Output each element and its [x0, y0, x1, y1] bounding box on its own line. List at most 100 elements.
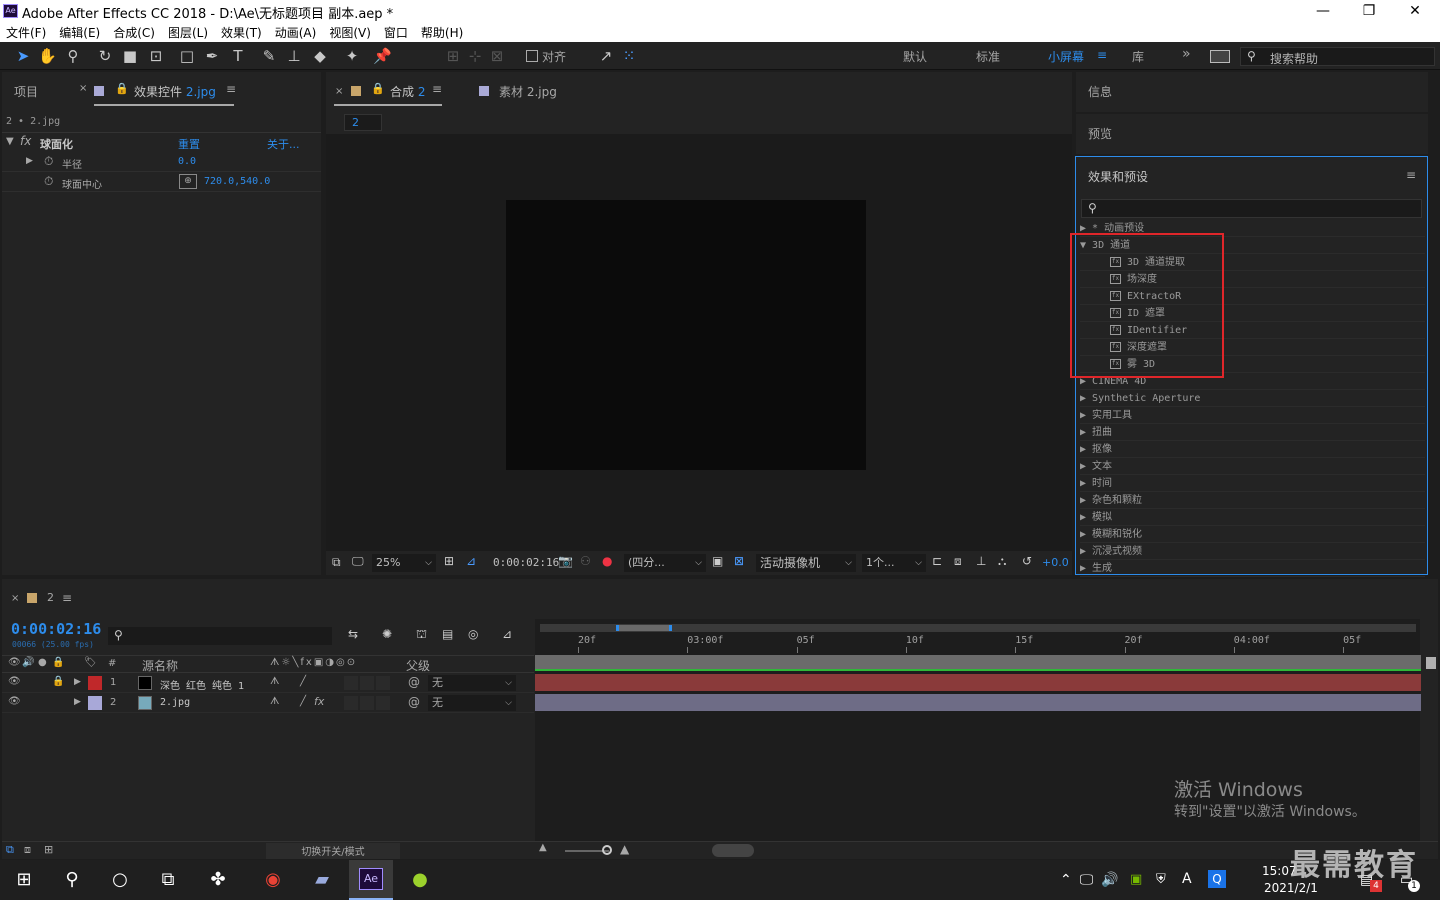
- workspace-default[interactable]: 默认: [903, 48, 927, 65]
- collapsed-arrow-icon[interactable]: ▶: [1080, 461, 1092, 472]
- axis-local-icon[interactable]: ⊞: [444, 47, 462, 65]
- fx-switch-icon[interactable]: fx: [314, 695, 324, 708]
- snapshot-icon[interactable]: 📷: [558, 554, 573, 568]
- lock-icon[interactable]: 🔒: [115, 82, 129, 95]
- show-snapshot-icon[interactable]: ⚇: [580, 554, 591, 568]
- label-tag-icon[interactable]: 🏷: [84, 657, 97, 668]
- tab-project[interactable]: 项目: [14, 83, 38, 100]
- collapsed-arrow-icon[interactable]: ▶: [1080, 512, 1092, 523]
- info-panel-title[interactable]: 信息: [1088, 83, 1112, 100]
- views-dropdown[interactable]: 1个... ⌵: [862, 554, 926, 572]
- puppet-pin-tool-icon[interactable]: 📌: [373, 47, 392, 65]
- tab-effect-controls[interactable]: 效果控件 2.jpg: [134, 83, 216, 100]
- tab-timeline-comp[interactable]: 2: [47, 591, 54, 604]
- effects-category[interactable]: ▶ 抠像: [1080, 441, 1425, 458]
- reset-exposure-icon[interactable]: ↺: [1022, 554, 1032, 568]
- security-icon[interactable]: ⛨: [1156, 872, 1166, 887]
- effects-category[interactable]: ▶ 模拟: [1080, 509, 1425, 526]
- pen-tool-icon[interactable]: ✒: [203, 47, 221, 65]
- layer-bar-1[interactable]: [535, 674, 1421, 691]
- workspace-library[interactable]: 库: [1132, 48, 1144, 65]
- effects-category[interactable]: ▶ 扭曲: [1080, 424, 1425, 441]
- tray-icons[interactable]: ⌃🖵🔊: [1060, 872, 1127, 888]
- always-preview-icon[interactable]: ⧉: [332, 555, 341, 570]
- lock-icon[interactable]: 🔒: [371, 82, 385, 95]
- effects-category[interactable]: ▶ 生成: [1080, 560, 1425, 577]
- tab-composition[interactable]: 合成 2: [390, 83, 425, 100]
- help-search-box[interactable]: ⚲ 搜索帮助: [1240, 47, 1435, 66]
- effects-category[interactable]: ▶ Synthetic Aperture: [1080, 390, 1425, 407]
- comp-mini-flowchart-icon[interactable]: ⇆: [348, 627, 358, 641]
- rotate-tool-icon[interactable]: ↻: [96, 47, 114, 65]
- effects-presets-title[interactable]: 效果和预设: [1088, 168, 1148, 185]
- ime-indicator[interactable]: A: [1182, 871, 1192, 887]
- collapsed-arrow-icon[interactable]: ▶: [1080, 427, 1092, 438]
- switch-box[interactable]: [344, 696, 358, 710]
- column-parent[interactable]: 父级: [406, 657, 430, 674]
- prop-center-value[interactable]: 720.0,540.0: [204, 176, 270, 187]
- menu-layer[interactable]: 图层(L): [168, 24, 208, 41]
- panel-menu-icon[interactable]: ≡: [62, 591, 72, 605]
- effects-category[interactable]: ▶ 沉浸式视频: [1080, 543, 1425, 560]
- snap-checkbox[interactable]: [526, 50, 538, 62]
- exposure-value[interactable]: +0.0: [1042, 556, 1069, 569]
- shy-switch-icon[interactable]: ᗑ: [270, 696, 279, 707]
- pick-whip-icon[interactable]: @: [408, 675, 420, 689]
- brush-tool-icon[interactable]: ✎: [260, 47, 278, 65]
- layer-search-input[interactable]: ⚲: [108, 627, 332, 645]
- stopwatch-icon[interactable]: ⏱: [44, 174, 53, 189]
- transfer-controls-icon[interactable]: ⧈: [24, 843, 31, 857]
- column-source-name[interactable]: 源名称: [142, 657, 178, 674]
- more-workspaces-icon[interactable]: »: [1182, 46, 1191, 62]
- collapsed-arrow-icon[interactable]: ▶: [1080, 546, 1092, 557]
- watermelon-app-icon[interactable]: ●: [400, 862, 440, 898]
- motion-blur-icon[interactable]: ◎: [468, 627, 478, 641]
- minimize-button[interactable]: —: [1300, 0, 1346, 22]
- close-tab-icon[interactable]: ×: [335, 86, 343, 97]
- collapsed-arrow-icon[interactable]: ▶: [1080, 563, 1092, 574]
- menu-effect[interactable]: 效果(T): [221, 24, 262, 41]
- expand-radius-icon[interactable]: ▶: [26, 156, 33, 166]
- panel-menu-icon[interactable]: ≡: [1406, 168, 1416, 182]
- text-tool-icon[interactable]: T: [229, 47, 247, 65]
- solo-icon[interactable]: ●: [38, 657, 47, 668]
- preview-panel-title[interactable]: 预览: [1088, 125, 1112, 142]
- draft-3d-icon[interactable]: ✺: [382, 627, 392, 641]
- nvidia-icon[interactable]: ▣: [1130, 872, 1142, 887]
- menu-window[interactable]: 窗口: [384, 24, 408, 41]
- notepad-icon[interactable]: ▰: [302, 862, 342, 898]
- eraser-tool-icon[interactable]: ◆: [311, 47, 329, 65]
- lock-icon[interactable]: 🔒: [52, 676, 64, 687]
- shy-icon[interactable]: ⛫: [416, 627, 427, 643]
- expand-layer-icon[interactable]: ▶: [74, 697, 81, 707]
- fit-icon[interactable]: ⊞: [444, 554, 454, 568]
- close-tab-icon[interactable]: ×: [11, 593, 19, 604]
- stopwatch-icon[interactable]: ⏱: [44, 154, 53, 169]
- flowchart-icon[interactable]: ⊥: [976, 554, 986, 568]
- collapsed-arrow-icon[interactable]: ▶: [1080, 444, 1092, 455]
- switch-box[interactable]: [376, 696, 390, 710]
- layer-label-color[interactable]: [88, 676, 102, 690]
- eye-icon[interactable]: 👁: [8, 676, 21, 687]
- transparency-grid-icon[interactable]: ⊠: [734, 554, 744, 568]
- pinwheel-app-icon[interactable]: ✤: [198, 862, 238, 898]
- time-navigator[interactable]: [712, 844, 754, 857]
- playhead-marker-icon[interactable]: [1426, 657, 1436, 669]
- expand-effect-icon[interactable]: ▼: [6, 136, 14, 147]
- parent-dropdown[interactable]: 无 ⌵: [428, 675, 516, 691]
- clone-stamp-tool-icon[interactable]: ⊥: [285, 47, 303, 65]
- prop-radius-value[interactable]: 0.0: [178, 156, 196, 167]
- panel-menu-icon[interactable]: ≡: [226, 82, 236, 96]
- shy-switch-icon[interactable]: ᗑ: [270, 676, 279, 687]
- effects-category[interactable]: ▶ 杂色和颗粒: [1080, 492, 1425, 509]
- menu-help[interactable]: 帮助(H): [421, 24, 463, 41]
- snap-grid-icon[interactable]: ⁙: [620, 47, 638, 65]
- resolution-dropdown[interactable]: (四分... ⌵: [624, 554, 706, 572]
- maximize-button[interactable]: ❐: [1346, 0, 1392, 22]
- layer-row[interactable]: 👁 ▶ 2 2.jpg ᗑ ╱ fx @ 无 ⌵: [2, 693, 534, 713]
- menu-file[interactable]: 文件(F): [6, 24, 46, 41]
- menu-view[interactable]: 视图(V): [329, 24, 371, 41]
- graph-editor-icon[interactable]: ⊿: [502, 627, 512, 641]
- camera-tool-icon[interactable]: ■: [121, 47, 139, 65]
- menu-composition[interactable]: 合成(C): [113, 24, 155, 41]
